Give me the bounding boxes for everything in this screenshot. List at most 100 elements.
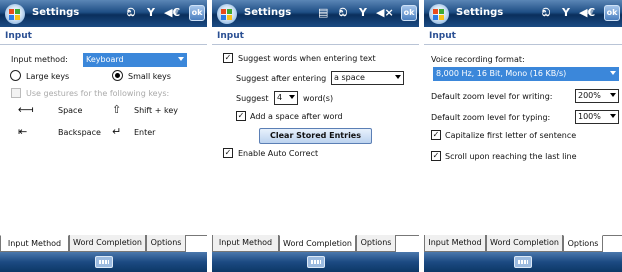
keyboard-icon[interactable]: [514, 256, 532, 268]
scroll-label: Scroll upon reaching the last line: [445, 152, 577, 161]
tab-options[interactable]: Options: [356, 235, 396, 252]
tab-word-completion[interactable]: Word Completion: [486, 235, 563, 252]
zoom-writing-value: 200%: [578, 91, 601, 100]
backspace-gesture-label: Backspace: [58, 128, 101, 137]
title-bar: Settings ඞ Υ ◀€ ok: [0, 0, 207, 27]
input-method-select[interactable]: Keyboard: [83, 53, 187, 67]
zoom-typing-value: 100%: [578, 112, 601, 121]
zoom-typing-select[interactable]: 100%: [575, 110, 619, 124]
chevron-down-icon: [610, 71, 616, 75]
add-space-checkbox[interactable]: ✓: [236, 111, 246, 121]
start-button[interactable]: [5, 4, 25, 24]
screen-word-completion: Settings ▤ ඞ Υ ◀× ok Input ✓ Suggest wor…: [212, 0, 419, 272]
tab-options[interactable]: Options: [563, 235, 603, 252]
volume-muted-icon[interactable]: ◀×: [376, 7, 394, 19]
zoom-typing-label: Default zoom level for typing:: [431, 113, 551, 122]
enter-gesture-label: Enter: [134, 128, 156, 137]
section-title: Input: [429, 31, 456, 41]
connectivity-icon[interactable]: ඞ: [339, 7, 347, 19]
chevron-down-icon: [395, 75, 401, 79]
backspace-gesture-icon: ⇤: [18, 125, 28, 138]
menu-bar: [0, 252, 207, 272]
keyboard-icon[interactable]: [306, 256, 325, 268]
start-button[interactable]: [217, 4, 237, 24]
volume-icon[interactable]: ◀€: [579, 7, 595, 19]
tab-strip: Input Method Word Completion Options: [424, 235, 622, 252]
start-button[interactable]: [429, 4, 449, 24]
voice-format-label: Voice recording format:: [431, 55, 525, 64]
space-gesture-label: Space: [58, 106, 83, 115]
ok-button[interactable]: ok: [401, 5, 417, 21]
tab-options[interactable]: Options: [146, 235, 186, 252]
windows-flag-icon: [221, 9, 233, 20]
chevron-down-icon: [289, 95, 295, 99]
suggest-after-value: a space: [334, 73, 365, 82]
suggest-count-unit: word(s): [303, 94, 334, 103]
tab-input-method[interactable]: Input Method: [424, 235, 486, 252]
chevron-down-icon: [610, 93, 616, 97]
suggest-after-select[interactable]: a space: [331, 71, 404, 85]
chevron-down-icon: [178, 57, 184, 61]
add-space-label: Add a space after word: [250, 112, 343, 121]
keyboard-icon[interactable]: [94, 256, 113, 268]
tab-input-method[interactable]: Input Method: [0, 235, 69, 252]
shift-gesture-icon: ⇧: [112, 103, 122, 116]
section-divider: [424, 44, 622, 45]
tab-word-completion[interactable]: Word Completion: [279, 235, 356, 252]
capitalize-checkbox[interactable]: ✓: [431, 130, 441, 140]
voice-format-select[interactable]: 8,000 Hz, 16 Bit, Mono (16 KB/s): [433, 67, 619, 81]
tab-strip: Input Method Word Completion Options: [212, 235, 419, 252]
windows-flag-icon: [9, 9, 21, 20]
enter-gesture-icon: ↵: [112, 125, 122, 138]
window-title: Settings: [456, 7, 504, 18]
small-keys-label: Small keys: [128, 72, 171, 81]
input-method-label: Input method:: [11, 55, 68, 64]
signal-strength-icon[interactable]: Υ: [359, 7, 367, 19]
suggest-count-value: 4: [277, 93, 283, 102]
zoom-writing-label: Default zoom level for writing:: [431, 92, 553, 101]
suggest-after-label: Suggest after entering: [236, 74, 327, 83]
tab-strip: Input Method Word Completion Options: [0, 235, 207, 252]
use-gestures-label: Use gestures for the following keys:: [26, 89, 170, 98]
auto-correct-checkbox[interactable]: ✓: [223, 148, 233, 158]
title-bar: Settings ▤ ඞ Υ ◀× ok: [212, 0, 419, 27]
section-divider: [0, 44, 207, 45]
section-title: Input: [5, 31, 32, 41]
windows-flag-icon: [433, 9, 445, 20]
connectivity-icon[interactable]: ඞ: [127, 7, 135, 19]
signal-strength-icon[interactable]: Υ: [147, 7, 155, 19]
large-keys-radio[interactable]: [10, 70, 21, 81]
tab-word-completion[interactable]: Word Completion: [69, 235, 146, 252]
volume-icon[interactable]: ◀€: [164, 7, 180, 19]
menu-bar: [424, 252, 622, 272]
space-gesture-icon: ⟻: [18, 103, 34, 116]
auto-correct-label: Enable Auto Correct: [238, 149, 319, 158]
capitalize-label: Capitalize first letter of sentence: [445, 131, 577, 140]
title-bar: Settings ඞ Υ ◀€ ok: [424, 0, 622, 27]
zoom-writing-select[interactable]: 200%: [575, 89, 619, 103]
screen-options: Settings ඞ Υ ◀€ ok Input Voice recording…: [424, 0, 622, 272]
small-keys-radio[interactable]: [112, 70, 123, 81]
tab-input-method[interactable]: Input Method: [212, 235, 279, 252]
section-divider: [212, 44, 419, 45]
clear-stored-entries-button[interactable]: Clear Stored Entries: [259, 128, 372, 144]
connectivity-icon[interactable]: ඞ: [542, 7, 550, 19]
suggest-count-label: Suggest: [236, 94, 269, 103]
suggest-words-checkbox[interactable]: ✓: [223, 53, 233, 63]
large-keys-label: Large keys: [26, 72, 70, 81]
window-title: Settings: [244, 7, 292, 18]
menu-bar: [212, 252, 419, 272]
shift-gesture-label: Shift + key: [134, 106, 178, 115]
use-gestures-checkbox[interactable]: [11, 88, 21, 98]
voice-format-value: 8,000 Hz, 16 Bit, Mono (16 KB/s): [436, 69, 567, 78]
section-title: Input: [217, 31, 244, 41]
chevron-down-icon: [610, 114, 616, 118]
ok-button[interactable]: ok: [189, 5, 205, 21]
notification-icon[interactable]: ▤: [318, 7, 328, 19]
signal-strength-icon[interactable]: Υ: [562, 7, 570, 19]
ok-button[interactable]: ok: [604, 5, 620, 21]
screen-input-method: Settings ඞ Υ ◀€ ok Input Input method: K…: [0, 0, 207, 272]
radio-selected-dot: [115, 73, 120, 78]
suggest-count-select[interactable]: 4: [274, 91, 298, 105]
scroll-checkbox[interactable]: ✓: [431, 151, 441, 161]
